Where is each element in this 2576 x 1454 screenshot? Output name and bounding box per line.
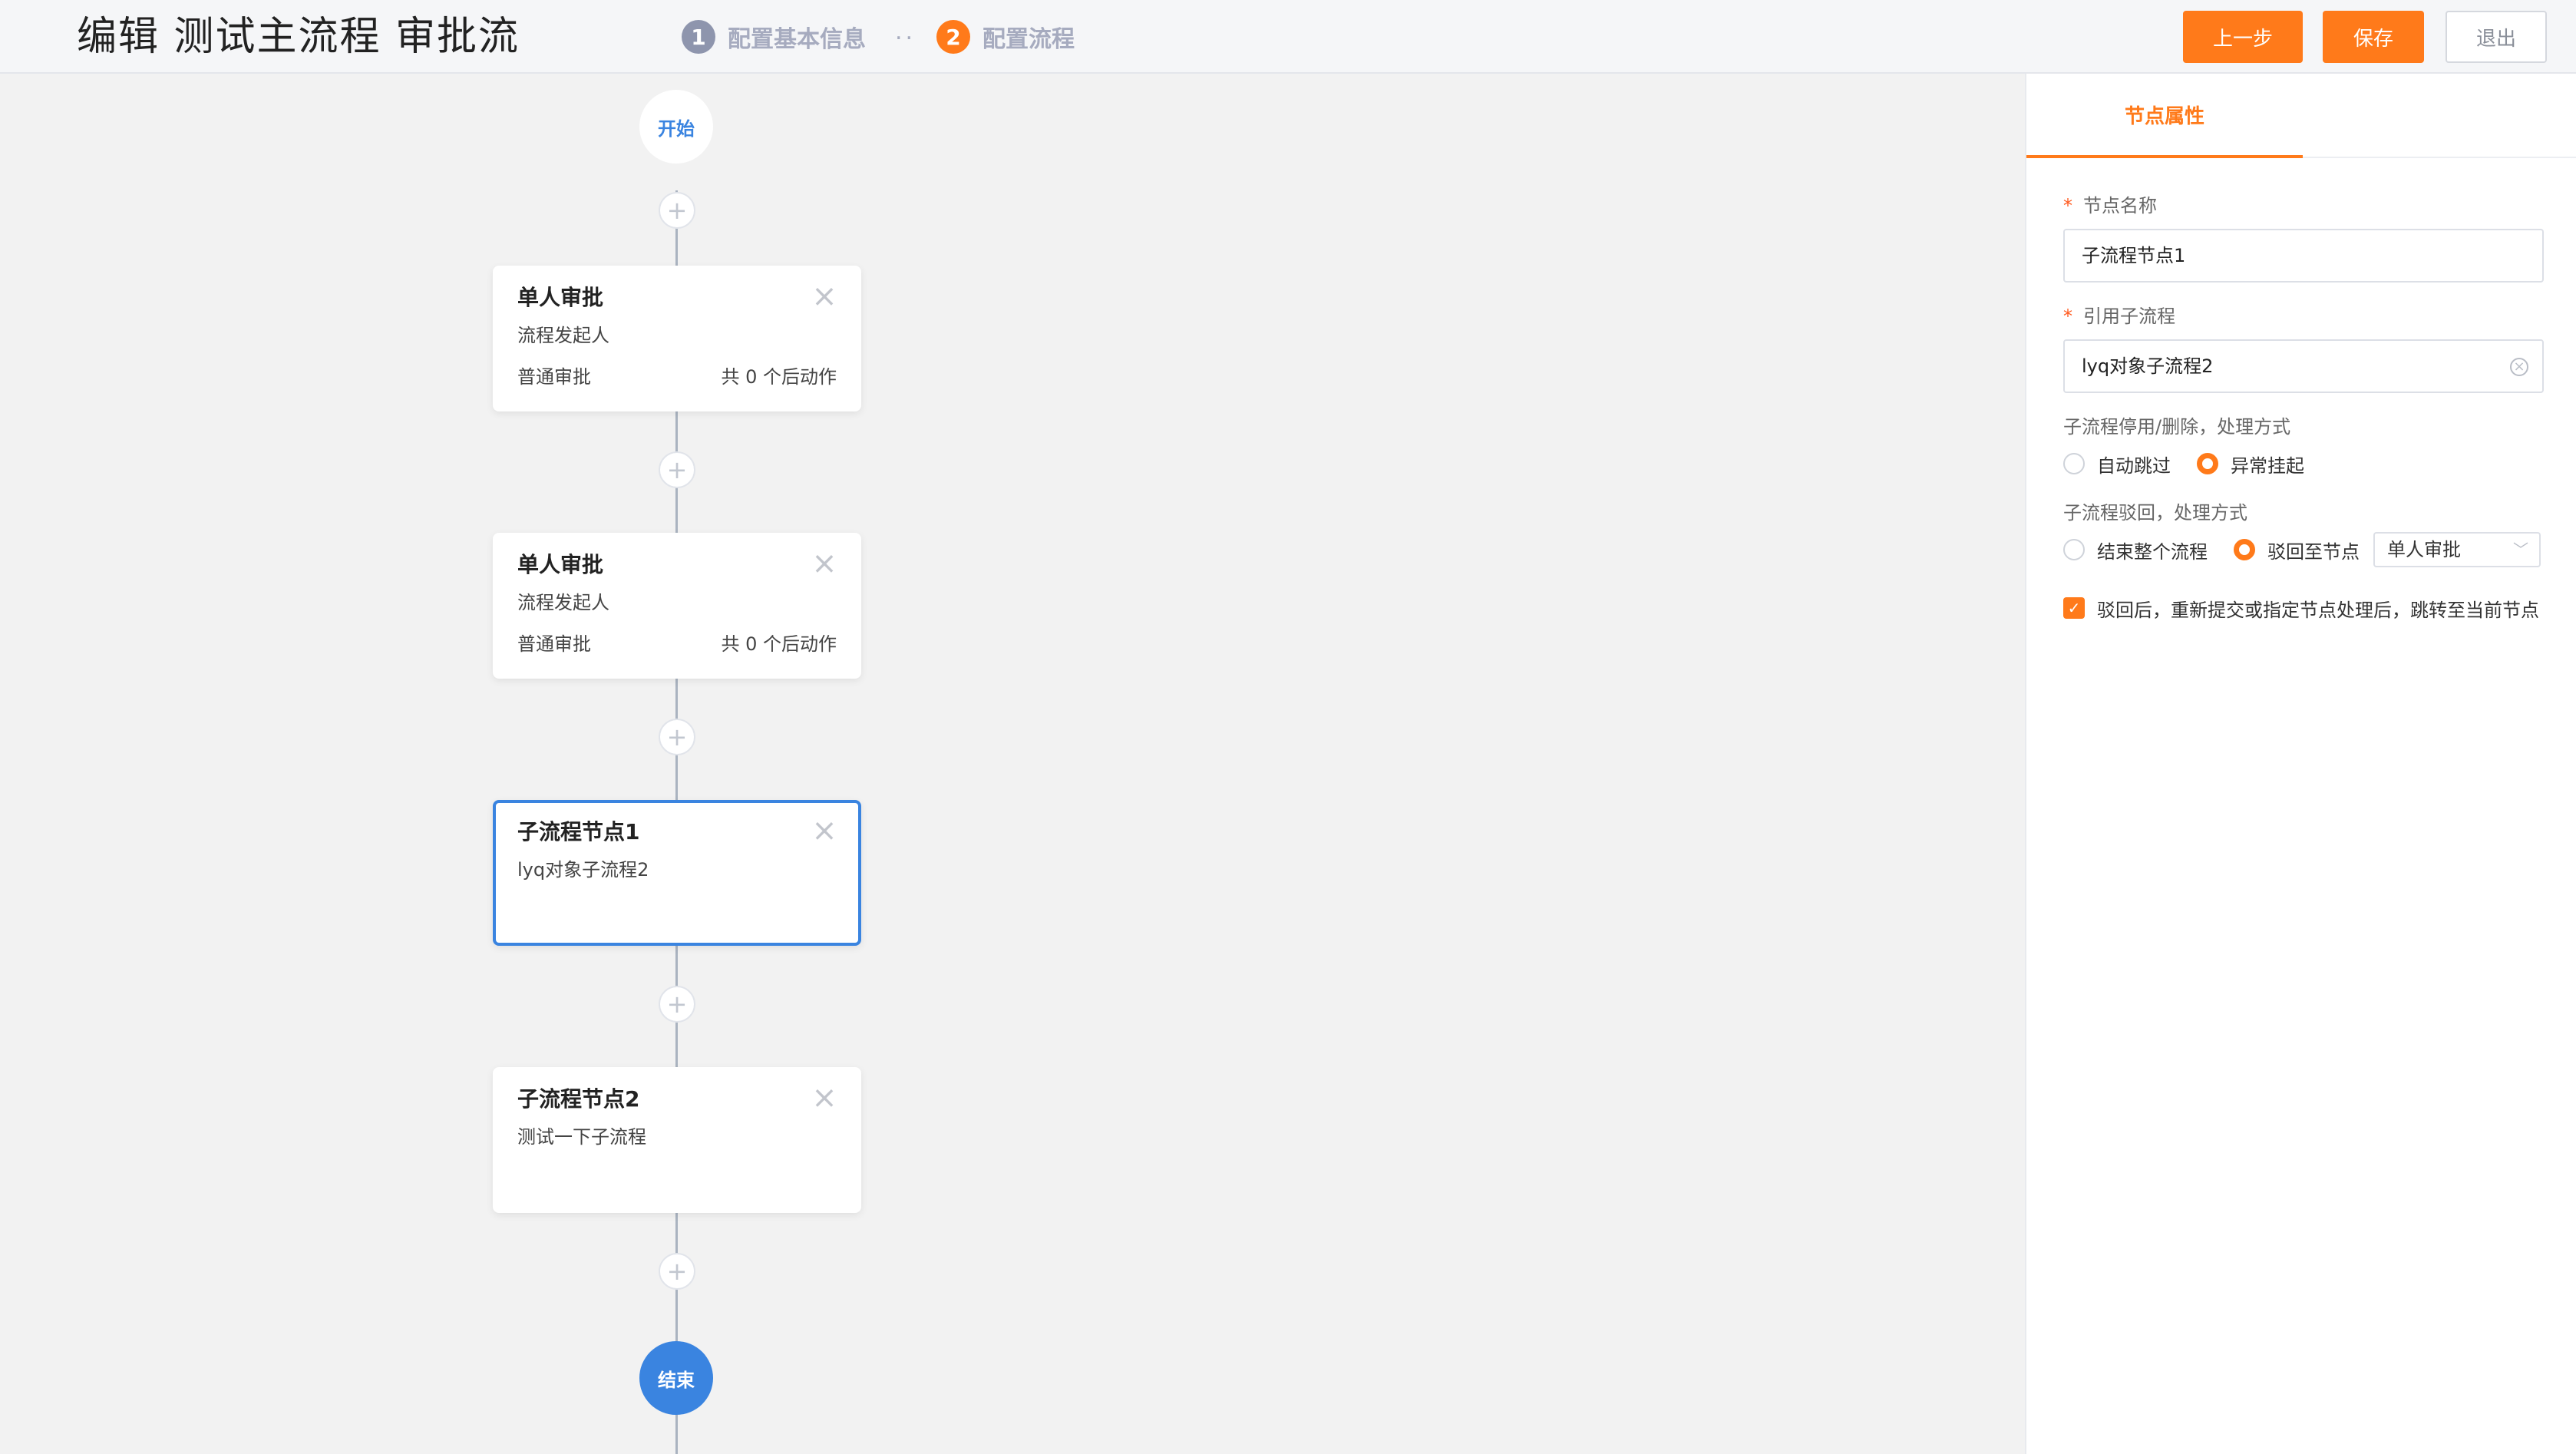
node-approval-type: 普通审批 (517, 633, 591, 655)
radio-reject-to-node[interactable] (2234, 539, 2255, 560)
subprocess-value: lyq对象子流程2 (2082, 355, 2214, 377)
node-name-label-text: 节点名称 (2083, 195, 2157, 216)
flow-node-card-selected[interactable]: 子流程节点1 × lyq对象子流程2 (493, 800, 861, 946)
node-action-count: 共 0 个后动作 (721, 633, 837, 655)
step-number-2: 2 (936, 20, 970, 54)
close-icon[interactable]: × (811, 815, 838, 846)
step-config-flow[interactable]: 2 配置流程 (936, 20, 1075, 54)
node-title: 子流程节点2 (517, 1086, 640, 1112)
node-subtitle: 流程发起人 (517, 325, 609, 346)
node-properties-panel: 节点属性 * 节点名称 子流程节点1 * 引用子流程 lyq对象子流程2 × 子流程… (2025, 74, 2576, 1454)
save-button[interactable]: 保存 (2323, 11, 2424, 63)
node-title: 单人审批 (517, 285, 604, 310)
add-node-button[interactable]: + (659, 192, 695, 229)
node-footer: 普通审批 共 0 个后动作 (517, 633, 837, 656)
close-icon[interactable]: × (811, 548, 838, 579)
top-header: 编辑 测试主流程 审批流 1 配置基本信息 .. 2 配置流程 上一步 保存 退… (0, 0, 2576, 74)
radio-reject-to-node-label[interactable]: 驳回至节点 (2267, 537, 2360, 563)
radio-end-whole-flow-label[interactable]: 结束整个流程 (2097, 537, 2208, 563)
tab-node-properties[interactable]: 节点属性 (2026, 74, 2303, 158)
node-name-value: 子流程节点1 (2082, 245, 2186, 266)
node-approval-type: 普通审批 (517, 366, 591, 388)
close-icon[interactable]: × (811, 1082, 838, 1113)
add-node-button[interactable]: + (659, 719, 695, 755)
node-action-count: 共 0 个后动作 (721, 366, 837, 388)
panel-tabs: 节点属性 (2026, 74, 2576, 158)
node-title: 单人审批 (517, 552, 604, 577)
subprocess-label: * 引用子流程 (2063, 304, 2175, 329)
disable-handling-label: 子流程停用/删除，处理方式 (2063, 416, 2291, 438)
subprocess-select[interactable]: lyq对象子流程2 × (2063, 339, 2544, 393)
required-mark: * (2063, 195, 2072, 216)
radio-exception-suspend-label[interactable]: 异常挂起 (2231, 451, 2304, 478)
required-mark: * (2063, 306, 2072, 327)
reject-handling-label: 子流程驳回，处理方式 (2063, 502, 2247, 524)
add-node-button[interactable]: + (659, 1253, 695, 1290)
exit-button[interactable]: 退出 (2446, 11, 2547, 63)
prev-step-button[interactable]: 上一步 (2183, 11, 2303, 63)
flow-node-card[interactable]: 单人审批 × 流程发起人 普通审批 共 0 个后动作 (493, 266, 861, 411)
reject-handling-radio-group: 结束整个流程 驳回至节点 单人审批 ﹀ (2063, 532, 2541, 567)
start-node: 开始 (639, 90, 713, 164)
add-node-button[interactable]: + (659, 451, 695, 488)
node-subtitle: 流程发起人 (517, 592, 609, 613)
node-subtitle: lyq对象子流程2 (517, 859, 649, 881)
page-title: 编辑 测试主流程 审批流 (77, 14, 520, 60)
step-basic-info[interactable]: 1 配置基本信息 (682, 20, 866, 54)
step-label-1: 配置基本信息 (728, 26, 866, 53)
flow-canvas: 开始 + 单人审批 × 流程发起人 普通审批 共 0 个后动作 + 单人审批 ×… (0, 75, 2023, 1454)
node-name-label: * 节点名称 (2063, 193, 2157, 218)
node-footer: 普通审批 共 0 个后动作 (517, 365, 837, 388)
chevron-down-icon: ﹀ (2513, 540, 2528, 559)
radio-auto-skip-label[interactable]: 自动跳过 (2097, 451, 2171, 478)
flow-node-card[interactable]: 子流程节点2 × 测试一下子流程 (493, 1067, 861, 1213)
node-subtitle: 测试一下子流程 (517, 1126, 646, 1148)
step-separator: .. (895, 18, 916, 45)
radio-end-whole-flow[interactable] (2063, 539, 2085, 560)
jump-checkbox-label[interactable]: 驳回后，重新提交或指定节点处理后，跳转至当前节点 (2097, 595, 2539, 622)
end-node: 结束 (639, 1341, 713, 1415)
jump-checkbox[interactable]: ✓ (2063, 597, 2085, 619)
flow-node-card[interactable]: 单人审批 × 流程发起人 普通审批 共 0 个后动作 (493, 533, 861, 679)
disable-handling-radio-group: 自动跳过 异常挂起 (2063, 448, 2330, 479)
node-title: 子流程节点1 (517, 819, 640, 844)
subprocess-label-text: 引用子流程 (2083, 306, 2175, 327)
node-name-input[interactable]: 子流程节点1 (2063, 229, 2544, 283)
reject-node-select[interactable]: 单人审批 ﹀ (2373, 532, 2541, 567)
close-icon[interactable]: × (811, 281, 838, 312)
step-label-2: 配置流程 (983, 26, 1075, 53)
add-node-button[interactable]: + (659, 986, 695, 1023)
step-number-1: 1 (682, 20, 715, 54)
jump-to-current-node-option[interactable]: ✓ 驳回后，重新提交或指定节点处理后，跳转至当前节点 (2063, 593, 2539, 623)
clear-icon[interactable]: × (2510, 358, 2528, 376)
radio-exception-suspend[interactable] (2197, 453, 2218, 474)
radio-auto-skip[interactable] (2063, 453, 2085, 474)
reject-node-select-value: 单人审批 (2387, 539, 2461, 560)
